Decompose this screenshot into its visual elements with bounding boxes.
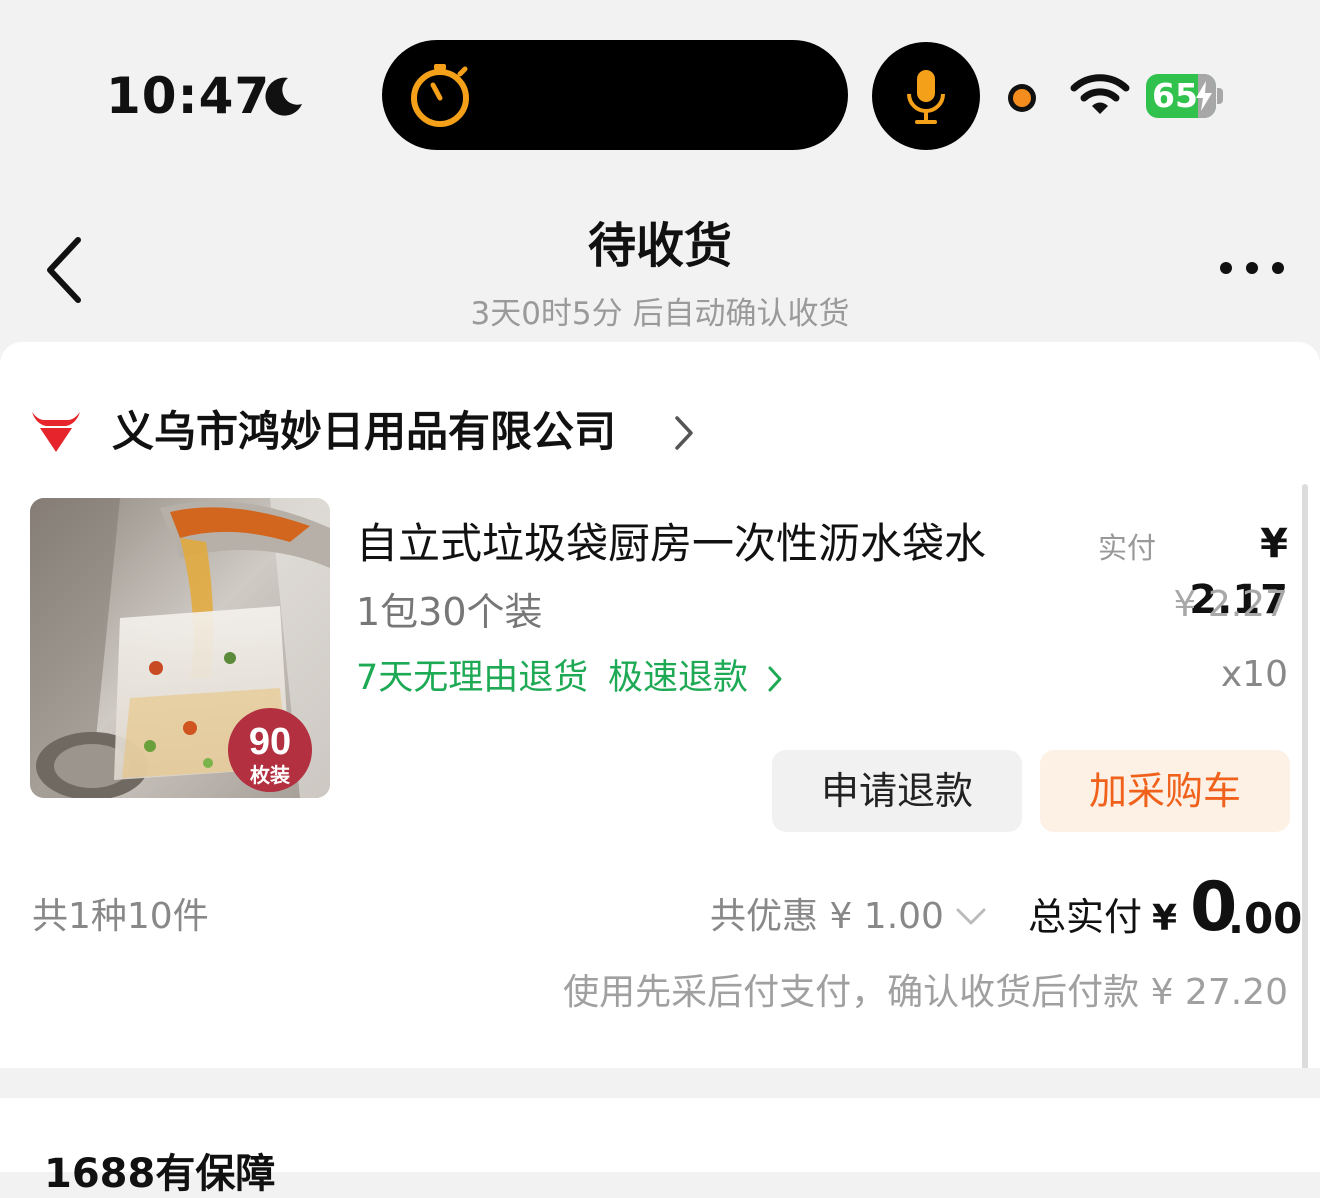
add-to-purchase-cart-button[interactable]: 加采购车 — [1040, 750, 1290, 832]
auto-confirm-countdown: 3天0时5分 后自动确认收货 — [470, 296, 850, 332]
fast-refund-tag[interactable]: 极速退款 — [608, 654, 748, 702]
item-count: 共1种10件 — [32, 896, 209, 937]
status-time: 10:47 — [106, 67, 271, 125]
timer-icon — [411, 64, 469, 127]
apply-refund-button[interactable]: 申请退款 — [772, 750, 1022, 832]
total-amount-decimal: .00 — [1228, 894, 1303, 943]
battery-cap — [1217, 88, 1223, 104]
shop-name[interactable]: 义乌市鸿妙日用品有限公司 — [112, 404, 616, 460]
microphone-icon — [907, 70, 945, 124]
product-name[interactable]: 自立式垃圾袋厨房一次性沥水袋水 — [356, 516, 986, 572]
recording-dot — [1008, 84, 1036, 112]
quantity: x10 — [1220, 654, 1288, 695]
chevron-down-icon[interactable] — [954, 906, 988, 928]
battery-icon: 65 — [1146, 74, 1216, 118]
more-options-icon[interactable] — [1212, 248, 1292, 288]
battery-level: 65 — [1152, 76, 1198, 115]
pay-later-note: 使用先采后付支付，确认收货后付款 ¥ 27.20 — [563, 972, 1288, 1013]
chevron-right-icon[interactable] — [672, 414, 696, 452]
wifi-icon — [1070, 74, 1130, 114]
total-currency: ¥ — [1152, 898, 1178, 939]
discount-summary[interactable]: 共优惠 ¥ 1.00 — [710, 892, 944, 942]
guarantee-title: 1688有保障 — [44, 1151, 276, 1197]
badge-number: 90 — [249, 721, 291, 763]
paid-label: 实付 — [1098, 531, 1157, 565]
moon-icon — [265, 77, 302, 116]
product-photo: 90 枚装 — [30, 498, 330, 798]
original-price: ¥ 2.27 — [1173, 584, 1288, 625]
product-spec: 1包30个装 — [356, 590, 543, 634]
shop-bull-logo-icon — [32, 412, 80, 452]
chevron-right-icon[interactable] — [766, 664, 784, 694]
product-image[interactable]: 90 枚装 — [30, 498, 330, 798]
section-divider — [0, 1068, 1320, 1098]
page-title: 待收货 — [587, 218, 732, 274]
total-paid-label: 总实付 — [1028, 895, 1143, 939]
badge-text: 枚装 — [250, 763, 290, 787]
return-policy-tag[interactable]: 7天无理由退货 — [356, 654, 588, 702]
charging-bolt-icon — [1196, 81, 1212, 111]
